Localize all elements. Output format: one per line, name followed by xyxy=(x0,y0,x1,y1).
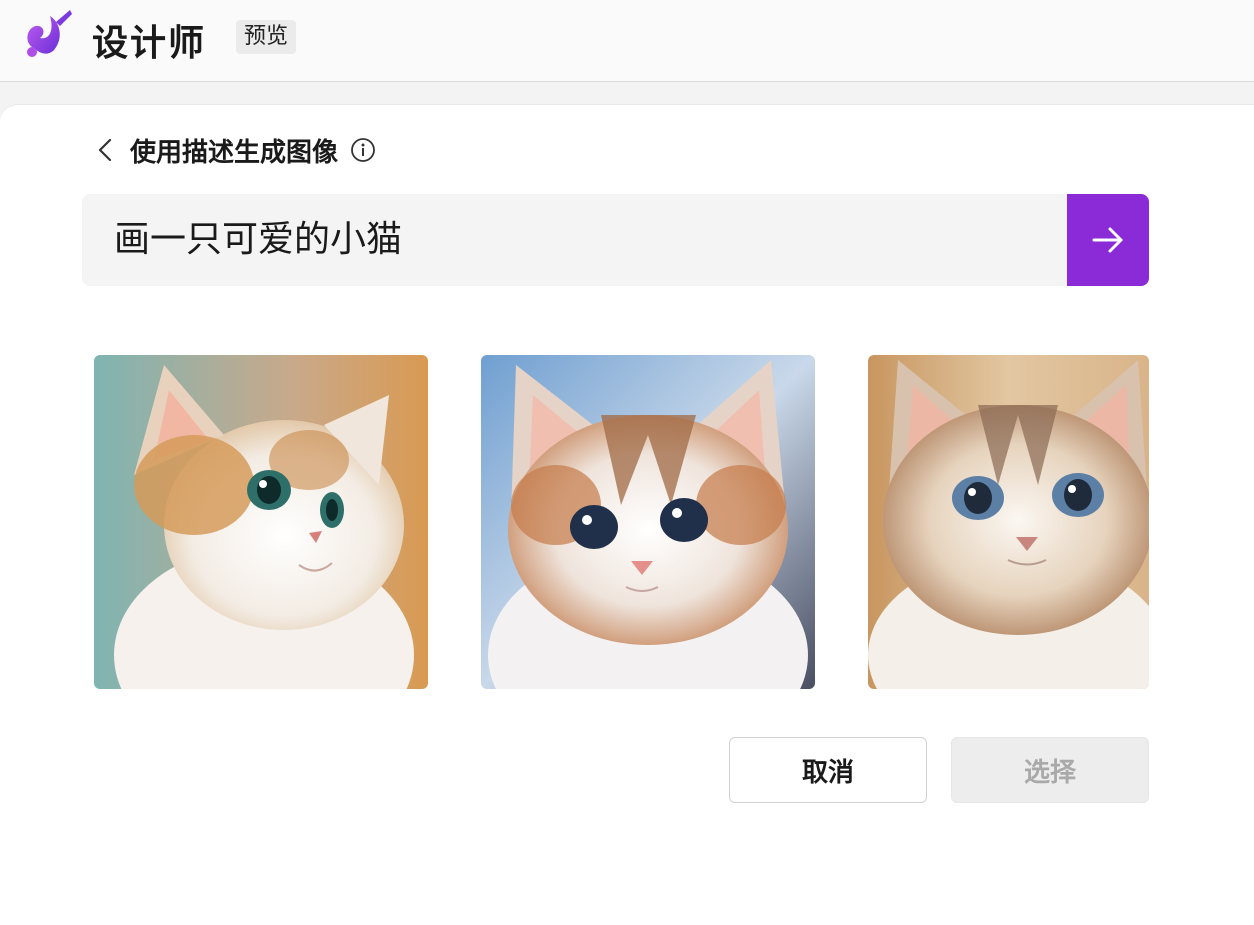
submit-button[interactable] xyxy=(1067,194,1149,286)
cancel-button[interactable]: 取消 xyxy=(729,737,927,803)
section-title: 使用描述生成图像 xyxy=(130,137,339,168)
info-icon[interactable] xyxy=(350,137,376,163)
generated-image-3[interactable] xyxy=(868,355,1149,689)
arrow-right-icon xyxy=(1092,227,1123,253)
app-title: 设计师 xyxy=(92,23,207,64)
select-button[interactable]: 选择 xyxy=(951,737,1149,803)
preview-badge: 预览 xyxy=(236,20,297,54)
generated-image-2[interactable] xyxy=(481,355,815,689)
generated-image-1[interactable] xyxy=(94,355,428,689)
prompt-input[interactable] xyxy=(114,194,1034,286)
designer-logo-icon[interactable] xyxy=(20,8,76,60)
section-header: 使用描述生成图像 xyxy=(92,130,376,170)
top-bar: 设计师 预览 xyxy=(0,0,1254,82)
prompt-field[interactable] xyxy=(82,194,1068,286)
chevron-left-icon[interactable] xyxy=(92,135,118,165)
